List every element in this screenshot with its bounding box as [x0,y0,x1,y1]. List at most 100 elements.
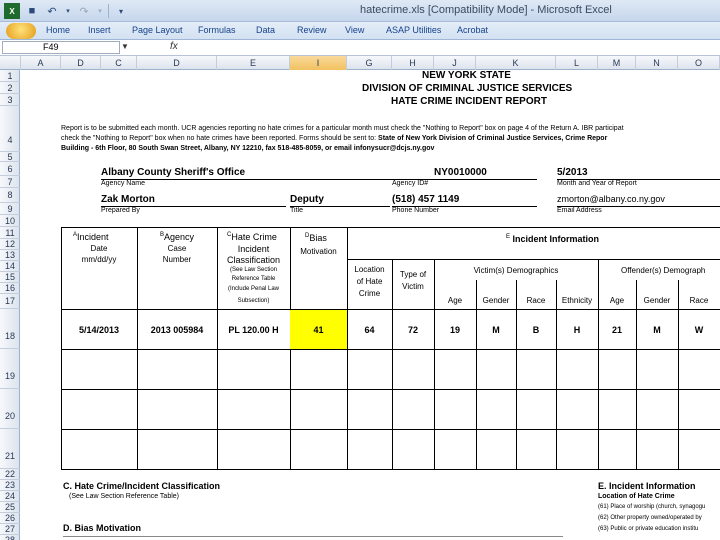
section-e-item: (61) Place of worship (church, synagogu [598,504,706,510]
header-offender-gender: Gender [643,296,671,305]
cell-offender-gender[interactable]: M [636,325,678,335]
window-title: hatecrime.xls [Compatibility Mode] - Mic… [360,4,612,16]
row-header[interactable]: 27 [0,524,20,535]
redo-icon[interactable]: ↷ [76,3,92,19]
column-header[interactable]: N [636,56,678,70]
customize-toolbar-icon[interactable]: ▾ [113,3,129,19]
row-header[interactable]: 1 [0,70,20,82]
excel-icon[interactable]: X [4,3,20,19]
column-header[interactable]: H [392,56,434,70]
tab-view[interactable]: View [345,25,364,35]
tab-asap-utilities[interactable]: ASAP Utilities [386,25,441,35]
row-header[interactable]: 15 [0,272,20,283]
email-value[interactable]: zmorton@albany.co.ny.gov [557,194,665,204]
row-header[interactable]: 25 [0,502,20,513]
row-header[interactable]: 6 [0,162,20,176]
cell-victim-race[interactable]: B [516,325,556,335]
header-line: Agency [164,232,195,242]
column-header[interactable]: K [476,56,556,70]
row-header[interactable]: 20 [0,389,20,429]
header-offender-age: Age [609,296,625,305]
row-header[interactable]: 28 [0,535,20,540]
row-header[interactable]: 22 [0,469,20,480]
column-header[interactable]: G [347,56,392,70]
cell-victim-ethnicity[interactable]: H [556,325,598,335]
row-header[interactable]: 12 [0,239,20,250]
row-header[interactable]: 9 [0,203,20,215]
row-header[interactable]: 8 [0,188,20,203]
cell-case-number[interactable]: 2013 005984 [137,325,217,335]
row-headers: 1 2 3 4 5 6 7 8 9 10 11 12 13 14 15 16 1… [0,70,20,540]
row-header[interactable]: 16 [0,283,20,294]
cell-bias-motivation[interactable]: 41 [290,325,347,335]
row-header[interactable]: 11 [0,227,20,239]
tab-page-layout[interactable]: Page Layout [132,25,183,35]
row-header[interactable]: 3 [0,94,20,106]
undo-dropdown-icon[interactable]: ▾ [64,3,72,19]
cell-victim-gender[interactable]: M [476,325,516,335]
cell-type-victim[interactable]: 72 [392,325,434,335]
column-header[interactable]: J [434,56,476,70]
phone-value[interactable]: (518) 457 1149 [392,194,459,205]
header-line: Incident [77,232,109,242]
row-header[interactable]: 4 [0,106,20,152]
row-header[interactable]: 17 [0,294,20,309]
prepared-by-value[interactable]: Zak Morton [101,194,155,205]
row-header[interactable]: 13 [0,250,20,261]
name-box[interactable]: F49 [2,41,120,54]
row-header[interactable]: 21 [0,429,20,469]
worksheet-grid[interactable]: NEW YORK STATE DIVISION OF CRIMINAL JUST… [21,70,720,540]
save-icon[interactable]: ■ [24,3,40,19]
row-header[interactable]: 23 [0,480,20,491]
title-value[interactable]: Deputy [290,194,324,205]
row-header[interactable]: 26 [0,513,20,524]
tab-home[interactable]: Home [46,25,70,35]
row-header[interactable]: 10 [0,215,20,227]
column-header-selected[interactable]: I [290,56,347,70]
column-header[interactable]: L [556,56,598,70]
tab-insert[interactable]: Insert [88,25,111,35]
column-header[interactable]: O [678,56,720,70]
column-header[interactable]: D [137,56,217,70]
header-incident-information: E Incident Information [506,234,599,244]
column-header[interactable]: M [598,56,636,70]
agency-id-value[interactable]: NY0010000 [434,167,487,178]
row-header[interactable]: 24 [0,491,20,502]
tab-formulas[interactable]: Formulas [198,25,236,35]
undo-icon[interactable]: ↶ [44,3,60,19]
column-header[interactable]: E [217,56,290,70]
column-header[interactable]: D [61,56,101,70]
instruction-line-1: Report is to be submitted each month. UC… [61,125,624,132]
cell-offender-age[interactable]: 21 [598,325,636,335]
tab-data[interactable]: Data [256,25,275,35]
section-c-title: C. Hate Crime/Incident Classification [63,481,221,491]
column-header[interactable]: C [101,56,137,70]
agency-name-value[interactable]: Albany County Sheriff's Office [101,167,245,178]
office-button[interactable] [6,23,36,39]
month-year-value[interactable]: 5/2013 [557,167,588,178]
row-header[interactable]: 2 [0,82,20,94]
redo-dropdown-icon[interactable]: ▾ [96,3,104,19]
row-border [61,429,720,430]
column-divider [516,280,517,469]
cell-classification[interactable]: PL 120.00 H [217,325,290,335]
cell-incident-date[interactable]: 5/14/2013 [61,325,137,335]
column-header[interactable]: A [21,56,61,70]
header-agency-case: BAgency [160,232,194,242]
name-box-dropdown-icon[interactable]: ▼ [121,42,129,51]
row-header[interactable]: 18 [0,309,20,349]
insert-function-icon[interactable]: fx [170,41,178,52]
select-all-corner[interactable] [0,56,21,70]
header-incident-date: AIncident [73,232,109,242]
row-header[interactable]: 5 [0,152,20,162]
tab-review[interactable]: Review [297,25,327,35]
cell-location[interactable]: 64 [347,325,392,335]
cell-victim-age[interactable]: 19 [434,325,476,335]
header-classification: CHate Crime [227,232,277,242]
row-header[interactable]: 7 [0,176,20,188]
row-header[interactable]: 19 [0,349,20,389]
header-line: Hate Crime [231,232,277,242]
tab-acrobat[interactable]: Acrobat [457,25,488,35]
row-header[interactable]: 14 [0,261,20,272]
cell-offender-race[interactable]: W [678,325,720,335]
